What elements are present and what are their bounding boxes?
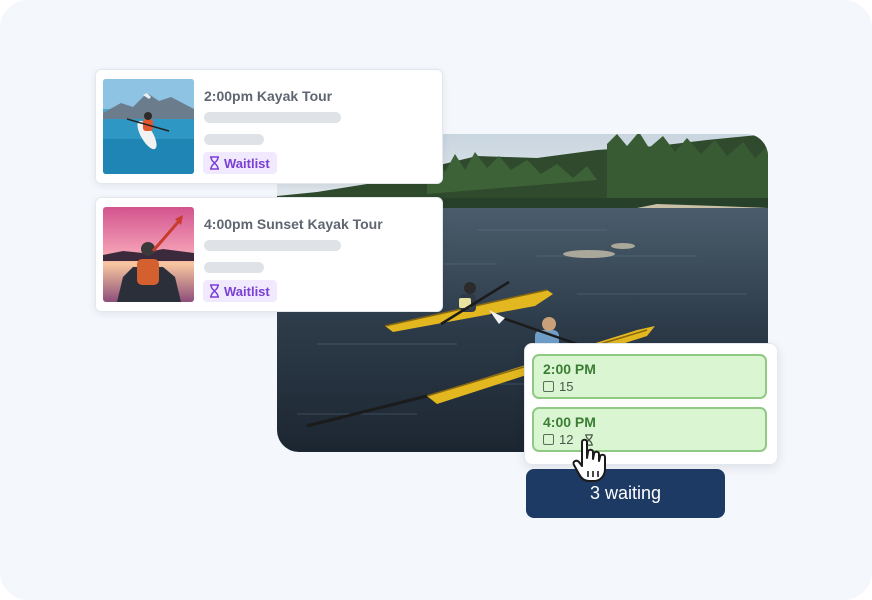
placeholder-line	[204, 134, 264, 145]
waiting-count-tooltip: 3 waiting	[526, 469, 725, 518]
scene-background: 2:00pm Kayak Tour Waitlist 4:00pm Sunset…	[0, 0, 872, 600]
tour-title[interactable]: 2:00pm Kayak Tour	[204, 88, 332, 104]
waitlist-label: Waitlist	[224, 283, 270, 299]
tour-card[interactable]: 4:00pm Sunset Kayak Tour Waitlist	[95, 197, 443, 312]
placeholder-line	[204, 240, 341, 251]
waitlist-badge[interactable]: Waitlist	[203, 280, 277, 302]
waitlist-badge[interactable]: Waitlist	[203, 152, 277, 174]
hourglass-icon	[210, 156, 219, 170]
slot-time: 2:00 PM	[543, 361, 596, 377]
placeholder-line	[204, 112, 341, 123]
time-slot-4pm[interactable]: 4:00 PM 12	[532, 407, 767, 452]
time-slot-2pm[interactable]: 2:00 PM 15	[532, 354, 767, 399]
slot-time: 4:00 PM	[543, 414, 596, 430]
kayak-mountain-lake-photo	[103, 79, 194, 174]
tour-title[interactable]: 4:00pm Sunset Kayak Tour	[204, 216, 383, 232]
tour-card[interactable]: 2:00pm Kayak Tour Waitlist	[95, 69, 443, 184]
slot-capacity: 15	[543, 379, 573, 394]
waitlist-label: Waitlist	[224, 155, 270, 171]
capacity-count: 15	[559, 379, 574, 394]
seat-icon	[543, 434, 554, 445]
seat-icon	[543, 381, 554, 392]
time-slot-panel: 2:00 PM 15 4:00 PM 12	[524, 343, 778, 465]
hourglass-icon	[210, 284, 219, 298]
hand-pointer-icon	[572, 438, 610, 489]
sunset-kayak-photo	[103, 207, 194, 302]
placeholder-line	[204, 262, 264, 273]
